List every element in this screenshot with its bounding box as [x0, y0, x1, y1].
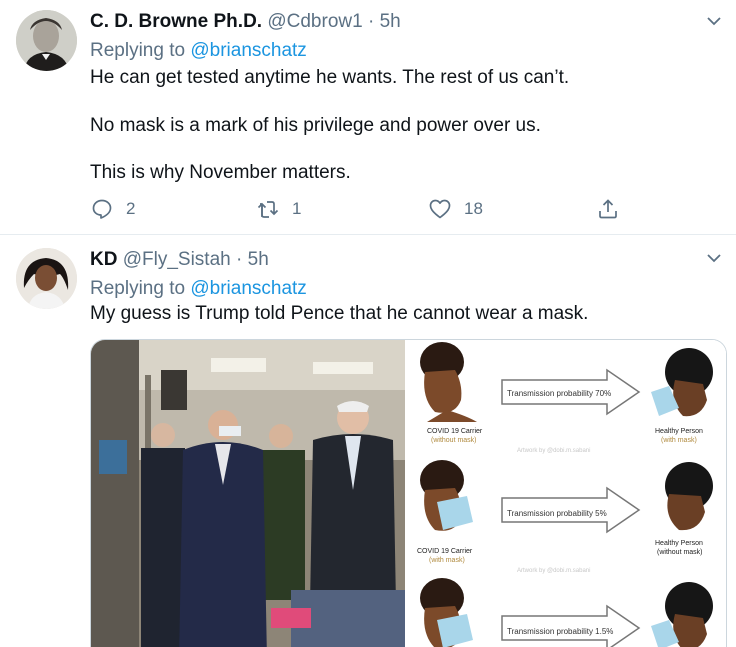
transmission-label: Transmission probability 1.5% [507, 627, 613, 636]
like-icon [429, 199, 451, 219]
reply-icon [92, 199, 112, 219]
reply-count: 2 [126, 199, 136, 218]
chevron-down-icon[interactable] [704, 248, 724, 268]
healthy-label: Healthy Person [655, 540, 703, 547]
timestamp[interactable]: 5h [380, 11, 401, 32]
media-photo[interactable] [91, 340, 405, 647]
avatar[interactable] [16, 248, 77, 309]
like-count: 18 [464, 199, 483, 218]
retweet-icon [257, 201, 279, 218]
replying-to: Replying to @brianschatz [90, 39, 307, 63]
mention-link[interactable]: @brianschatz [190, 40, 306, 61]
replying-prefix: Replying to [90, 278, 186, 299]
chevron-down-icon[interactable] [704, 11, 724, 31]
transmission-label: Transmission probability 70% [507, 389, 611, 398]
tweet-text-line: He can get tested anytime he wants. The … [90, 67, 570, 88]
replying-prefix: Replying to [90, 40, 186, 61]
timestamp[interactable]: 5h [248, 249, 269, 270]
tweet[interactable]: C. D. Browne Ph.D. @Cdbrow1 · 5h Replyin… [0, 0, 736, 235]
retweet-count: 1 [292, 199, 302, 218]
share-icon [599, 199, 617, 219]
healthy-sublabel: (without mask) [657, 549, 703, 556]
avatar[interactable] [16, 10, 77, 71]
tweet-text: My guess is Trump told Pence that he can… [90, 303, 589, 324]
user-handle[interactable]: @Cdbrow1 [267, 11, 362, 32]
artwork-credit: Artwork by @dobi.m.sabani [517, 568, 590, 574]
mention-link[interactable]: @brianschatz [190, 278, 306, 299]
tweet-header: C. D. Browne Ph.D. @Cdbrow1 · 5h [90, 10, 401, 34]
user-handle[interactable]: @Fly_Sistah [123, 249, 231, 270]
reply-button[interactable]: 2 [90, 197, 135, 221]
replying-to: Replying to @brianschatz [90, 277, 307, 301]
healthy-label: Healthy Person [655, 428, 703, 435]
tweet-header: KD @Fly_Sistah · 5h [90, 248, 269, 272]
carrier-sublabel: (without mask) [431, 437, 477, 444]
carrier-label: COVID 19 Carrier [417, 548, 473, 555]
display-name[interactable]: C. D. Browne Ph.D. [90, 11, 262, 32]
healthy-sublabel: (with mask) [661, 437, 697, 444]
media-infographic[interactable]: Transmission probability 70% COVID 19 Ca… [407, 340, 726, 647]
like-button[interactable]: 18 [428, 197, 483, 221]
tweet-media[interactable]: Transmission probability 70% COVID 19 Ca… [90, 339, 727, 647]
artwork-credit: Artwork by @dobi.m.sabani [517, 448, 590, 454]
separator: · [367, 11, 375, 32]
tweet-actions: 2 1 18 [90, 197, 630, 223]
tweet[interactable]: KD @Fly_Sistah · 5h Replying to @briansc… [0, 235, 736, 647]
transmission-label: Transmission probability 5% [507, 509, 607, 518]
carrier-label: COVID 19 Carrier [427, 428, 483, 435]
separator: · [236, 249, 243, 270]
tweet-text-line: This is why November matters. [90, 162, 351, 183]
tweet-text-line: No mask is a mark of his privilege and p… [90, 115, 541, 136]
carrier-sublabel: (with mask) [429, 557, 465, 564]
share-button[interactable] [596, 197, 620, 221]
retweet-button[interactable]: 1 [256, 197, 301, 221]
display-name[interactable]: KD [90, 249, 117, 270]
